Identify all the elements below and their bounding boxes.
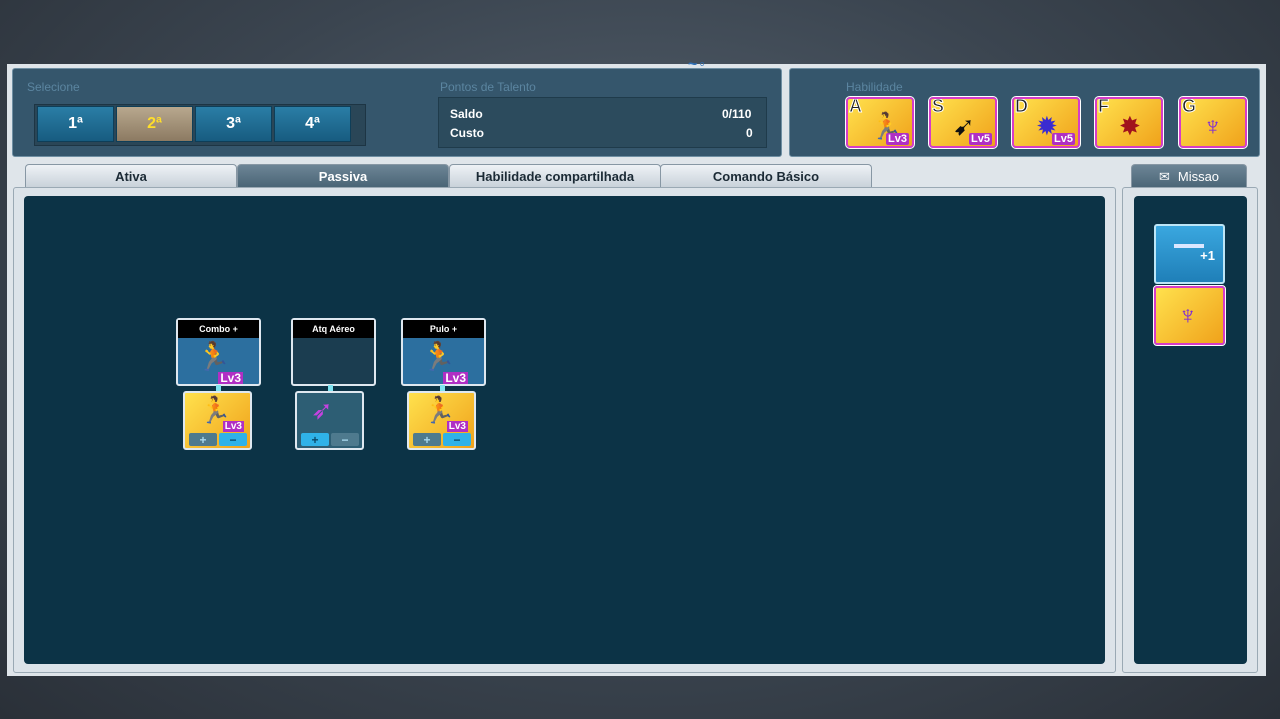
skill-slot-s[interactable]: S ➹ Lv5 [928,96,998,149]
passive-card-combo[interactable]: Combo + 🏃 Lv3 [176,318,261,386]
scroll-icon: ✉ [1158,168,1170,184]
increase-button[interactable]: + [189,433,217,447]
upgrade-level-badge: Lv3 [446,421,468,432]
build-option-1[interactable]: 1ª [37,106,114,142]
skill-key-label: D [1015,97,1029,117]
decrease-button[interactable]: − [219,433,247,447]
aura-skill-icon: ♆ [1178,300,1198,330]
saldo-value: 0/110 [722,107,752,121]
decrease-button[interactable]: − [331,433,359,447]
select-label: Selecione [27,80,80,94]
passive-level-badge: Lv3 [218,371,243,385]
mission-skill-slot[interactable]: ♆ [1153,285,1226,346]
increase-button[interactable]: + [413,433,441,447]
skill-level-badge: Lv3 [886,133,909,145]
skill-key-label: F [1098,97,1110,117]
build-option-2[interactable]: 2ª [116,106,193,142]
build-option-3[interactable]: 3ª [195,106,272,142]
talent-points-box [438,97,767,148]
missao-label: Missao [1177,169,1220,184]
passive-level-badge: Lv3 [443,371,468,385]
tab-passiva[interactable]: Passiva [237,164,449,187]
passive-upgrade-pulo[interactable]: 🏃 Lv3 + − [407,391,476,450]
tab-missao[interactable]: ✉ Missao [1131,164,1247,188]
saldo-label: Saldo [450,107,483,121]
passive-upgrade-combo[interactable]: 🏃 Lv3 + − [183,391,252,450]
bonus-label: +1 [1200,248,1215,263]
passive-title: Pulo + [403,320,484,338]
upgrade-level-badge: Lv3 [222,421,244,432]
skill-slot-f[interactable]: F ✸ [1094,96,1164,149]
tab-habilidade-compartilhada[interactable]: Habilidade compartilhada [449,164,661,187]
jump-icon: 🏃 [421,341,456,372]
aerial-attack-icon: ➶ [311,395,333,425]
passive-card-pulo[interactable]: Pulo + 🏃 Lv3 [401,318,486,386]
combo-orb-icon: 🏃 [196,341,231,372]
passive-upgrade-atq-aereo[interactable]: ➶ + − [295,391,364,450]
skill-key-label: S [931,97,945,117]
decrease-button[interactable]: − [443,433,471,447]
skill-slot-g[interactable]: G ♆ [1178,96,1248,149]
passive-title: Combo + [178,320,259,338]
passive-card-atq-aereo[interactable]: Atq Aéreo [291,318,376,386]
skill-level-badge: Lv5 [1052,133,1075,145]
passive-title: Atq Aéreo [293,320,374,338]
custo-value: 0 [746,126,753,140]
skill-slot-a[interactable]: A 🏃 Lv3 [845,96,915,149]
habilidade-label: Habilidade [846,80,903,94]
increase-button[interactable]: + [301,433,329,447]
skill-slot-d[interactable]: D ✹ Lv5 [1011,96,1081,149]
skill-level-badge: Lv5 [969,133,992,145]
mission-bonus-button[interactable]: +1 [1154,224,1225,284]
build-option-4[interactable]: 4ª [274,106,351,142]
tab-ativa[interactable]: Ativa [25,164,237,187]
custo-label: Custo [450,126,484,140]
aura-skill-icon: ♆ [1203,111,1223,141]
talent-points-label: Pontos de Talento [440,80,536,94]
skill-key-label: G [1181,97,1197,117]
slash-skill-icon: ✸ [1119,111,1141,141]
skill-key-label: A [849,97,863,117]
tab-comando-basico[interactable]: Comando Básico [660,164,872,187]
